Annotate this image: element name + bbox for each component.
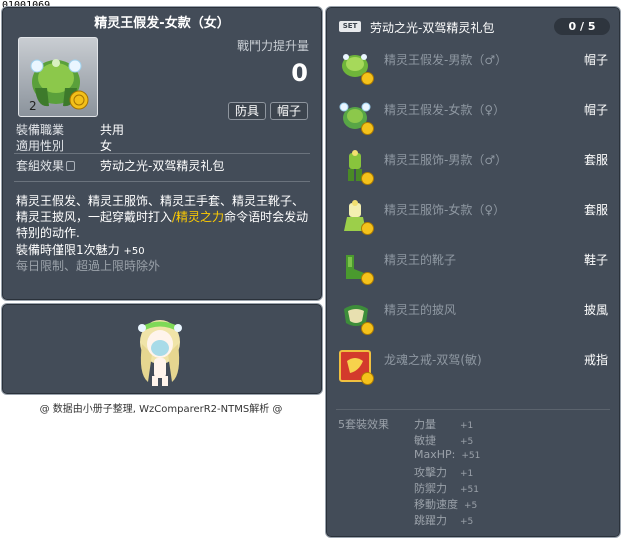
set-item[interactable]: 精灵王的靴子 鞋子	[326, 249, 620, 289]
set-item-name: 精灵王假发-男款（♂）	[384, 53, 508, 67]
hat-icon	[338, 99, 374, 135]
set-panel: SET 劳动之光-双驾精灵礼包 0 / 5 精灵王假发-男款（♂） 帽子 精灵王…	[325, 6, 621, 538]
effect-key: MaxHP:	[414, 448, 456, 461]
effect-value: +1	[460, 469, 474, 479]
effect-value: +51	[461, 451, 481, 461]
effect-row: 防禦力 +51	[414, 480, 479, 496]
divider	[14, 153, 310, 154]
effect-row: 攻擊力 +1	[414, 464, 473, 480]
divider	[14, 181, 310, 182]
set-item-type: 帽子	[583, 53, 608, 67]
set-count: 0 / 5	[554, 18, 610, 35]
effect-row: 跳躍力 +5	[414, 512, 473, 528]
stat-row-gender: 適用性別 女	[16, 137, 112, 154]
power-label: 戰鬥力提升量	[236, 39, 309, 53]
set-item-name: 精灵王假发-女款（♀）	[384, 103, 506, 117]
item-title: 精灵王假发-女款（女）	[94, 16, 230, 31]
tag-armor: 防具	[228, 102, 267, 120]
set-item-type: 套服	[583, 203, 608, 217]
coin-icon	[361, 122, 374, 135]
effect-value: +1	[460, 421, 474, 431]
set-effect-key: 套組效果	[16, 157, 100, 174]
effect-row: 敏捷 +5	[414, 432, 473, 448]
set-badge: SET	[339, 21, 361, 32]
set-item-type: 帽子	[583, 103, 608, 117]
effect-value: +5	[464, 501, 478, 511]
set-item[interactable]: 精灵王假发-女款（♀） 帽子	[326, 99, 620, 139]
tag-hat: 帽子	[270, 102, 309, 120]
set-item-name: 精灵王服饰-女款（♀）	[384, 203, 506, 217]
coin-icon	[361, 372, 374, 385]
daily-limit-note: 每日限制、超過上限時除外	[16, 259, 161, 273]
item-tooltip-panel: 精灵王假发-女款（女） 2 戰鬥力提升量 0 防具 帽子 裝備職業 共用 適用性別…	[1, 6, 323, 301]
credit-text: @ 数据由小册子整理, WzComparerR2-NTMS解析 @	[39, 404, 283, 415]
coin-icon	[361, 72, 374, 85]
charm-limit: 裝備時僅限1次魅力 +50	[16, 241, 145, 258]
stat-row-job: 裝備職業 共用	[16, 121, 124, 138]
outfit-icon	[338, 199, 374, 235]
effect-value: +5	[460, 517, 474, 527]
stat-key: 裝備職業	[16, 123, 65, 137]
charm-limit-value: +50	[123, 246, 145, 257]
set-item-name: 精灵王的靴子	[384, 253, 457, 267]
effect-key: 敏捷	[414, 434, 436, 447]
hat-icon	[338, 49, 374, 85]
avatar-preview-panel	[1, 303, 323, 395]
lock-icon	[66, 161, 76, 171]
set-item-type: 套服	[583, 153, 608, 167]
effect-key: 移動速度	[414, 498, 458, 511]
set-effect-label: 套組效果	[16, 159, 65, 173]
set-effect-row: 套組效果 劳动之光-双驾精灵礼包	[16, 157, 224, 174]
desc-command: /精灵之力	[172, 210, 225, 224]
coin-icon	[361, 222, 374, 235]
set-effect-value: 劳动之光-双驾精灵礼包	[100, 159, 225, 173]
effect-key: 攻擊力	[414, 466, 447, 479]
effect-key: 跳躍力	[414, 514, 447, 527]
avatar-preview	[138, 320, 182, 386]
set-item[interactable]: 精灵王服饰-男款（♂） 套服	[326, 149, 620, 189]
effect-row: MaxHP: +51	[414, 448, 480, 461]
svg-text:2: 2	[29, 99, 37, 113]
ring-icon	[338, 349, 374, 385]
set-item-name: 精灵王的披风	[384, 303, 457, 317]
set-item-type: 戒指	[583, 353, 608, 367]
effect-value: +51	[460, 485, 479, 495]
effect-value: +5	[460, 437, 474, 447]
effect-key: 防禦力	[414, 482, 447, 495]
effect-key: 力量	[414, 418, 436, 431]
set-name: 劳动之光-双驾精灵礼包	[370, 21, 495, 35]
set-item[interactable]: 龙魂之戒-双驾(敏) 戒指	[326, 349, 620, 389]
effect-row: 移動速度 +5	[414, 496, 477, 512]
stat-key: 適用性別	[16, 139, 65, 153]
coin-icon	[361, 322, 374, 335]
set-effects-title: 5套裝效果	[338, 418, 389, 431]
charm-limit-label: 裝備時僅限1次魅力	[16, 243, 120, 257]
set-item-name: 精灵王服饰-男款（♂）	[384, 153, 508, 167]
divider	[336, 409, 610, 410]
power-value: 0	[291, 59, 308, 87]
item-icon-frame: 2	[18, 37, 98, 117]
set-item-type: 鞋子	[583, 253, 608, 267]
effect-row: 力量 +1	[414, 416, 473, 432]
stat-value: 女	[100, 139, 113, 153]
stat-value: 共用	[100, 123, 125, 137]
set-item[interactable]: 精灵王服饰-女款（♀） 套服	[326, 199, 620, 239]
shoes-icon	[338, 249, 374, 285]
item-description: 精灵王假发、精灵王服饰、精灵王手套、精灵王靴子、精灵王披风，一起穿戴时打入/精灵…	[16, 193, 314, 241]
coin-icon	[361, 272, 374, 285]
coin-icon	[361, 172, 374, 185]
outfit-icon	[338, 149, 374, 185]
set-item-type: 披風	[583, 303, 608, 317]
wig-icon: 2	[29, 59, 89, 113]
cape-icon	[338, 299, 374, 335]
set-item-name: 龙魂之戒-双驾(敏)	[384, 353, 482, 367]
set-item[interactable]: 精灵王的披风 披風	[326, 299, 620, 339]
set-item[interactable]: 精灵王假发-男款（♂） 帽子	[326, 49, 620, 89]
